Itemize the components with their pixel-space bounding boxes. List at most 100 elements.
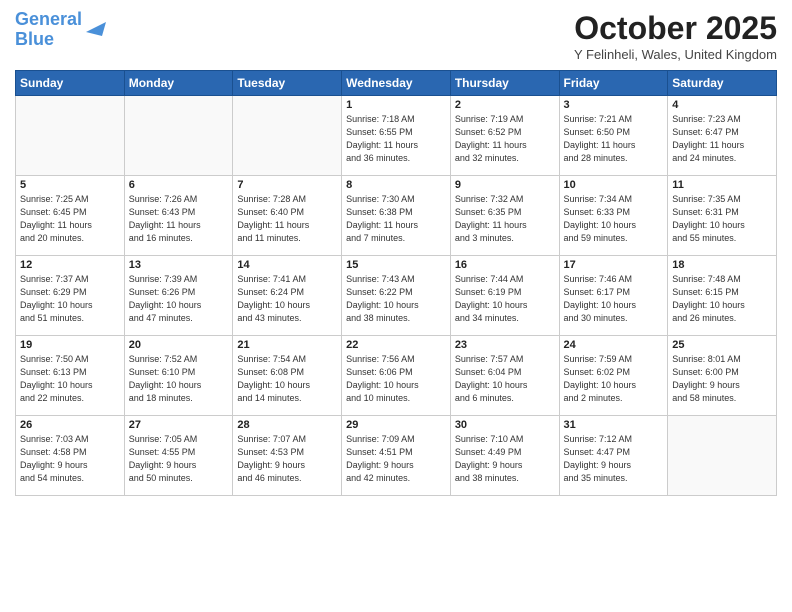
- day-number: 1: [346, 99, 446, 111]
- logo-blue: Blue: [15, 29, 54, 49]
- calendar-cell: 1 Sunrise: 7:18 AMSunset: 6:55 PMDaylight…: [342, 96, 451, 176]
- calendar-cell: 28 Sunrise: 7:07 AMSunset: 4:53 PMDayligh…: [233, 416, 342, 496]
- calendar-cell: 14Sunrise: 7:41 AMSunset: 6:24 PMDayligh…: [233, 256, 342, 336]
- col-saturday: Saturday: [668, 71, 777, 96]
- day-number: 26: [20, 419, 120, 431]
- day-content: Sunrise: 7:59 AMSunset: 6:02 PMDaylight:…: [564, 353, 664, 405]
- day-number: 10: [564, 179, 664, 191]
- day-content: Sunrise: 7:34 AMSunset: 6:33 PMDaylight:…: [564, 193, 664, 245]
- calendar-cell: 4Sunrise: 7:23 AMSunset: 6:47 PMDaylight…: [668, 96, 777, 176]
- day-number: 15: [346, 259, 446, 271]
- day-content: Sunrise: 7:43 AMSunset: 6:22 PMDaylight:…: [346, 273, 446, 325]
- calendar-week-row: 19 Sunrise: 7:50 AMSunset: 6:13 PMDayligh…: [16, 336, 777, 416]
- day-content: Sunrise: 7:03 AMSunset: 4:58 PMDaylight:…: [20, 433, 120, 485]
- day-number: 25: [672, 339, 772, 351]
- calendar-cell: 17 Sunrise: 7:46 AMSunset: 6:17 PMDayligh…: [559, 256, 668, 336]
- logo-arrow-icon: [84, 14, 106, 36]
- day-number: 21: [237, 339, 337, 351]
- calendar-cell: 31 Sunrise: 7:12 AMSunset: 4:47 PMDayligh…: [559, 416, 668, 496]
- month-title: October 2025: [574, 10, 777, 47]
- day-content: Sunrise: 7:19 AMSunset: 6:52 PMDaylight:…: [455, 113, 555, 165]
- day-number: 31: [564, 419, 664, 431]
- title-block: October 2025 Y Felinheli, Wales, United …: [574, 10, 777, 62]
- day-content: Sunrise: 7:39 AMSunset: 6:26 PMDaylight:…: [129, 273, 229, 325]
- calendar-cell: 13 Sunrise: 7:39 AMSunset: 6:26 PMDayligh…: [124, 256, 233, 336]
- col-tuesday: Tuesday: [233, 71, 342, 96]
- calendar-cell: 7 Sunrise: 7:28 AMSunset: 6:40 PMDaylight…: [233, 176, 342, 256]
- calendar-cell: 20Sunrise: 7:52 AMSunset: 6:10 PMDayligh…: [124, 336, 233, 416]
- calendar-cell: 29 Sunrise: 7:09 AMSunset: 4:51 PMDayligh…: [342, 416, 451, 496]
- day-number: 17: [564, 259, 664, 271]
- calendar-cell: [233, 96, 342, 176]
- calendar-cell: [16, 96, 125, 176]
- day-content: Sunrise: 7:32 AMSunset: 6:35 PMDaylight:…: [455, 193, 555, 245]
- calendar-cell: 26 Sunrise: 7:03 AMSunset: 4:58 PMDayligh…: [16, 416, 125, 496]
- calendar-cell: 18Sunrise: 7:48 AMSunset: 6:15 PMDayligh…: [668, 256, 777, 336]
- day-content: Sunrise: 7:54 AMSunset: 6:08 PMDaylight:…: [237, 353, 337, 405]
- day-number: 3: [564, 99, 664, 111]
- col-thursday: Thursday: [450, 71, 559, 96]
- calendar-cell: 9 Sunrise: 7:32 AMSunset: 6:35 PMDaylight…: [450, 176, 559, 256]
- calendar-cell: 2 Sunrise: 7:19 AMSunset: 6:52 PMDaylight…: [450, 96, 559, 176]
- calendar-cell: 22 Sunrise: 7:56 AMSunset: 6:06 PMDayligh…: [342, 336, 451, 416]
- calendar-week-row: 1 Sunrise: 7:18 AMSunset: 6:55 PMDaylight…: [16, 96, 777, 176]
- col-monday: Monday: [124, 71, 233, 96]
- calendar-cell: 10 Sunrise: 7:34 AMSunset: 6:33 PMDayligh…: [559, 176, 668, 256]
- col-sunday: Sunday: [16, 71, 125, 96]
- day-number: 6: [129, 179, 229, 191]
- day-content: Sunrise: 7:28 AMSunset: 6:40 PMDaylight:…: [237, 193, 337, 245]
- day-content: Sunrise: 7:09 AMSunset: 4:51 PMDaylight:…: [346, 433, 446, 485]
- col-wednesday: Wednesday: [342, 71, 451, 96]
- day-number: 5: [20, 179, 120, 191]
- calendar-cell: 15 Sunrise: 7:43 AMSunset: 6:22 PMDayligh…: [342, 256, 451, 336]
- calendar-cell: 19 Sunrise: 7:50 AMSunset: 6:13 PMDayligh…: [16, 336, 125, 416]
- day-number: 4: [672, 99, 772, 111]
- calendar-header-row: Sunday Monday Tuesday Wednesday Thursday…: [16, 71, 777, 96]
- day-content: Sunrise: 7:48 AMSunset: 6:15 PMDaylight:…: [672, 273, 772, 325]
- logo-text: General Blue: [15, 10, 82, 50]
- day-number: 19: [20, 339, 120, 351]
- calendar-page: General Blue October 2025 Y Felinheli, W…: [0, 0, 792, 612]
- day-number: 7: [237, 179, 337, 191]
- day-number: 28: [237, 419, 337, 431]
- logo: General Blue: [15, 10, 106, 50]
- day-content: Sunrise: 7:18 AMSunset: 6:55 PMDaylight:…: [346, 113, 446, 165]
- day-number: 29: [346, 419, 446, 431]
- day-number: 8: [346, 179, 446, 191]
- day-content: Sunrise: 7:12 AMSunset: 4:47 PMDaylight:…: [564, 433, 664, 485]
- calendar-cell: 24Sunrise: 7:59 AMSunset: 6:02 PMDayligh…: [559, 336, 668, 416]
- day-content: Sunrise: 7:37 AMSunset: 6:29 PMDaylight:…: [20, 273, 120, 325]
- calendar-cell: 11Sunrise: 7:35 AMSunset: 6:31 PMDayligh…: [668, 176, 777, 256]
- day-content: Sunrise: 7:46 AMSunset: 6:17 PMDaylight:…: [564, 273, 664, 325]
- day-number: 9: [455, 179, 555, 191]
- day-content: Sunrise: 7:50 AMSunset: 6:13 PMDaylight:…: [20, 353, 120, 405]
- calendar-cell: 21 Sunrise: 7:54 AMSunset: 6:08 PMDayligh…: [233, 336, 342, 416]
- calendar-cell: [668, 416, 777, 496]
- calendar-cell: 27Sunrise: 7:05 AMSunset: 4:55 PMDayligh…: [124, 416, 233, 496]
- day-number: 23: [455, 339, 555, 351]
- logo-general: General: [15, 9, 82, 29]
- calendar-cell: 3 Sunrise: 7:21 AMSunset: 6:50 PMDaylight…: [559, 96, 668, 176]
- day-content: Sunrise: 7:21 AMSunset: 6:50 PMDaylight:…: [564, 113, 664, 165]
- day-number: 2: [455, 99, 555, 111]
- day-number: 14: [237, 259, 337, 271]
- day-content: Sunrise: 7:07 AMSunset: 4:53 PMDaylight:…: [237, 433, 337, 485]
- calendar-cell: 16 Sunrise: 7:44 AMSunset: 6:19 PMDayligh…: [450, 256, 559, 336]
- calendar-week-row: 26 Sunrise: 7:03 AMSunset: 4:58 PMDayligh…: [16, 416, 777, 496]
- day-content: Sunrise: 7:56 AMSunset: 6:06 PMDaylight:…: [346, 353, 446, 405]
- day-number: 22: [346, 339, 446, 351]
- day-content: Sunrise: 7:52 AMSunset: 6:10 PMDaylight:…: [129, 353, 229, 405]
- day-number: 27: [129, 419, 229, 431]
- day-content: Sunrise: 7:44 AMSunset: 6:19 PMDaylight:…: [455, 273, 555, 325]
- day-content: Sunrise: 7:26 AMSunset: 6:43 PMDaylight:…: [129, 193, 229, 245]
- day-number: 13: [129, 259, 229, 271]
- day-number: 16: [455, 259, 555, 271]
- calendar-cell: 5Sunrise: 7:25 AMSunset: 6:45 PMDaylight…: [16, 176, 125, 256]
- calendar-cell: 12Sunrise: 7:37 AMSunset: 6:29 PMDayligh…: [16, 256, 125, 336]
- day-content: Sunrise: 8:01 AMSunset: 6:00 PMDaylight:…: [672, 353, 772, 405]
- day-content: Sunrise: 7:30 AMSunset: 6:38 PMDaylight:…: [346, 193, 446, 245]
- calendar-cell: 25 Sunrise: 8:01 AMSunset: 6:00 PMDayligh…: [668, 336, 777, 416]
- location: Y Felinheli, Wales, United Kingdom: [574, 47, 777, 62]
- calendar-table: Sunday Monday Tuesday Wednesday Thursday…: [15, 70, 777, 496]
- calendar-cell: 30Sunrise: 7:10 AMSunset: 4:49 PMDayligh…: [450, 416, 559, 496]
